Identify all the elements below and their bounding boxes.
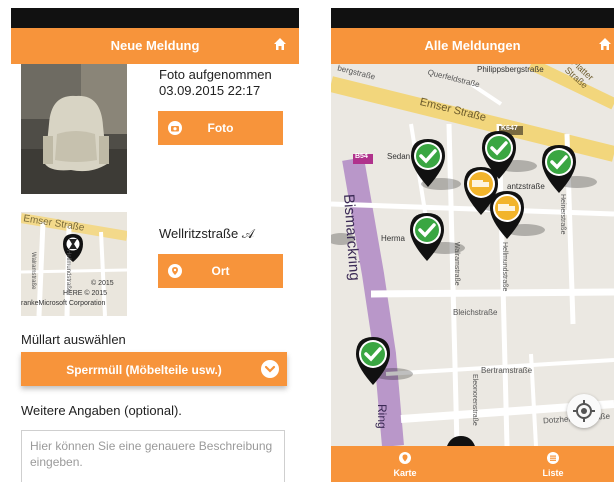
minimap-copyright-3: rankeMicrosoft Corporation: [21, 300, 106, 307]
photo-button[interactable]: Foto: [158, 111, 283, 145]
map-pin-icon: [399, 452, 411, 464]
tab-map-label: Karte: [393, 468, 417, 478]
address-text: Wellritzstraße 𝒜: [159, 226, 255, 241]
category-label: Müllart auswählen: [21, 332, 126, 347]
report-pin-partial[interactable]: [443, 434, 479, 446]
category-value: Sperrmüll (Möbelteile usw.): [66, 363, 222, 377]
street-label: Philippsbergstraße: [477, 65, 544, 74]
street-label: Heinerstraße: [559, 194, 566, 235]
street-label: Herma: [381, 234, 406, 243]
report-pin-resolved[interactable]: [410, 138, 446, 188]
photo-timestamp: 03.09.2015 22:17: [159, 83, 261, 98]
minimap-copyright: © 2015: [91, 280, 114, 287]
location-button-label: Ort: [211, 264, 230, 278]
photo-thumbnail[interactable]: [21, 64, 127, 194]
minimap-copyright-2: HERE © 2015: [63, 290, 108, 297]
page-title: Alle Meldungen: [424, 38, 521, 53]
street-label: Sedan: [387, 152, 411, 161]
road-shield: B54: [355, 153, 368, 160]
list-icon: [547, 452, 559, 464]
my-location-button[interactable]: [567, 394, 601, 428]
report-pin-resolved[interactable]: [541, 144, 577, 194]
street-label: Ring: [375, 404, 389, 429]
app-bar: Neue Meldung: [11, 28, 299, 64]
location-minimap[interactable]: Emser Straße Walramstraße Hellmundstraße…: [21, 212, 127, 316]
chevron-down-icon: [261, 360, 279, 378]
category-select[interactable]: Sperrmüll (Möbelteile usw.): [21, 352, 287, 386]
street-label: Bleichstraße: [453, 308, 498, 317]
street-label: Bertramstraße: [481, 366, 533, 375]
status-bar: [11, 8, 299, 28]
tab-list[interactable]: Liste: [513, 446, 593, 482]
minimap-street-label-2: Walramstraße: [30, 252, 36, 290]
location-button[interactable]: Ort: [158, 254, 283, 288]
report-pin-resolved[interactable]: [409, 212, 445, 262]
reports-map[interactable]: Querfeldstraße Philippsbergstraße Platte…: [331, 64, 614, 446]
bottom-nav: Karte Liste: [331, 446, 614, 482]
street-label: Walramstraße: [453, 242, 460, 286]
report-pin-resolved[interactable]: [355, 336, 391, 386]
photo-image: [21, 64, 127, 194]
street-label: Eleonorenstraße: [471, 374, 478, 426]
street-label: Hellmundstraße: [501, 242, 508, 292]
tab-map[interactable]: Karte: [365, 446, 445, 482]
page-title: Neue Meldung: [110, 38, 200, 53]
status-bar: [331, 8, 614, 28]
details-textarea[interactable]: Hier können Sie eine genauere Beschreibu…: [21, 430, 285, 482]
photo-status: Foto aufgenommen: [159, 67, 272, 82]
minimap-street-label-3: Hellmundstraße: [65, 250, 71, 293]
new-report-screen: Neue Meldung Foto aufgenommen 03.09.2015…: [11, 0, 299, 482]
details-placeholder: Hier können Sie eine genauere Beschreibu…: [30, 439, 273, 469]
photo-button-label: Foto: [207, 121, 234, 135]
all-reports-screen: Alle Meldungen Querfeldstraße Philippsbe…: [331, 0, 614, 482]
home-icon[interactable]: [598, 37, 612, 51]
report-pin-pending[interactable]: [489, 190, 525, 240]
home-icon[interactable]: [273, 37, 287, 51]
tab-list-label: Liste: [542, 468, 564, 478]
crosshair-icon: [573, 400, 595, 422]
details-label: Weitere Angaben (optional).: [21, 403, 182, 418]
app-bar: Alle Meldungen: [331, 28, 614, 64]
